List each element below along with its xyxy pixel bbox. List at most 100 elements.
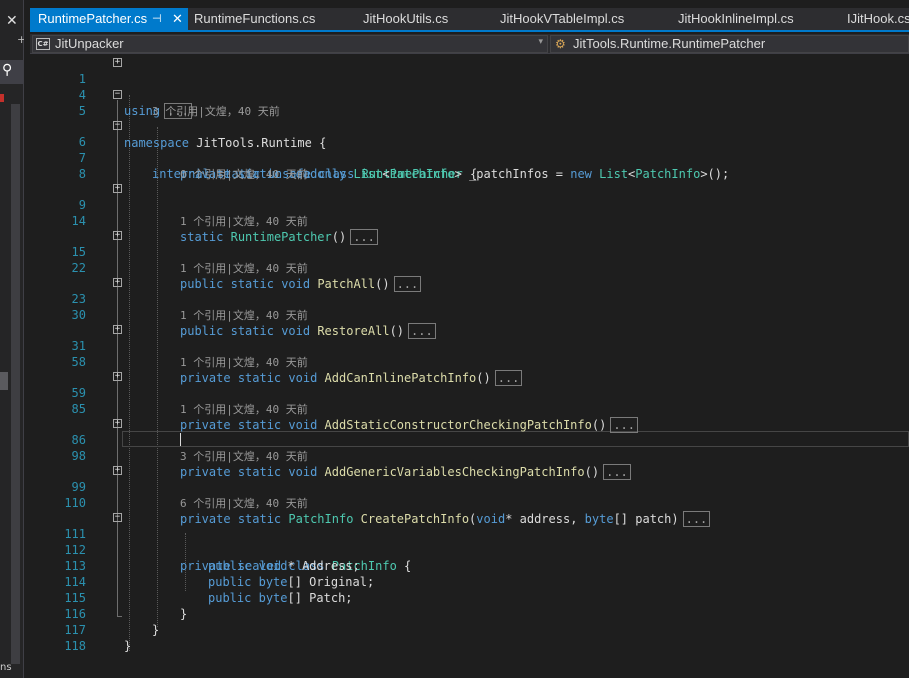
line-number: 22 [71, 261, 86, 275]
code-line: 114 public byte[] Patch; [34, 558, 909, 605]
selection-marker [0, 372, 8, 390]
close-icon[interactable]: ✕ [6, 13, 18, 29]
codelens-references[interactable]: 1 个引用|文煌，40 天前 [180, 354, 308, 370]
expand-icon[interactable]: + [113, 231, 122, 240]
expand-icon[interactable]: + [113, 278, 122, 287]
codelens-references[interactable]: 6 个引用|文煌，40 天前 [180, 495, 308, 511]
tab-runtimepatcher[interactable]: RuntimePatcher.cs ⊣ ✕ [30, 8, 188, 30]
codelens-references[interactable]: 1 个引用|文煌，40 天前 [180, 213, 308, 229]
field-name: _patchInfos = [461, 167, 571, 181]
punct: > [700, 167, 708, 181]
error-marker [0, 94, 4, 102]
line-number: 98 [71, 449, 86, 463]
line-number: 110 [64, 496, 86, 510]
codelens-references[interactable]: 1 个引用|文煌，40 天前 [180, 307, 308, 323]
keyword: new [570, 167, 592, 181]
code-line: 111 − private sealed class PatchInfo { [34, 510, 909, 574]
member-dropdown[interactable]: ⚙ JitTools.Runtime.RuntimePatcher [550, 35, 909, 53]
codelens-references[interactable]: 1 个引用|文煌，40 天前 [180, 260, 308, 276]
line-number: 8 [78, 167, 86, 181]
collapse-icon[interactable]: − [113, 121, 122, 130]
tab-label: JitHookUtils.cs [363, 11, 449, 26]
code-line: 85 [34, 385, 909, 416]
code-line: 117 } [34, 606, 909, 653]
type-name: PatchInfo [389, 167, 455, 181]
tab-runtimefunctions[interactable]: RuntimeFunctions.cs [186, 8, 356, 30]
tab-label: RuntimePatcher.cs [38, 11, 148, 26]
codelens-references[interactable]: 0 个引用|文煌，40 天前 [180, 166, 308, 182]
code-line: 99 + private static PatchInfo CreatePatc… [34, 463, 909, 527]
line-number: 14 [71, 214, 86, 228]
brace: } [124, 639, 132, 653]
code-line: 113 public byte[] Original; [34, 542, 909, 589]
code-line: 23 + public static void RestoreAll()... [34, 275, 909, 339]
tab-ijithook[interactable]: IJitHook.cs [839, 8, 909, 30]
tab-jithookinlineimpl[interactable]: JitHookInlineImpl.cs [670, 8, 840, 30]
code-line: 58 [34, 338, 909, 369]
expand-icon[interactable]: + [113, 325, 122, 334]
tab-jithookvtableimpl[interactable]: JitHookVTableImpl.cs [492, 8, 670, 30]
type-name: PatchInfo [635, 167, 701, 181]
collapse-icon[interactable]: − [113, 90, 122, 99]
expand-icon[interactable]: + [113, 419, 122, 428]
chevron-down-icon: ▾ [538, 37, 543, 47]
code-line: 112 public void* Address; [34, 526, 909, 573]
code-line: 5 − namespace JitTools.Runtime { [34, 87, 909, 151]
line-number: 85 [71, 402, 86, 416]
code-editor[interactable]: 1 + using... 4 5 − namespace JitTools.Ru… [34, 55, 909, 678]
codelens-references[interactable]: 3 个引用|文煌，40 天前 [180, 448, 308, 464]
punct: < [382, 167, 390, 181]
expand-icon[interactable]: + [113, 466, 122, 475]
expand-icon[interactable]: + [113, 372, 122, 381]
expand-icon[interactable]: + [113, 58, 122, 67]
code-line: 59 + private static void AddStaticConstr… [34, 369, 909, 433]
member-name: JitTools.Runtime.RuntimePatcher [573, 36, 766, 51]
search-button[interactable]: ⚲ [0, 60, 24, 84]
tab-label: IJitHook.cs [847, 11, 909, 26]
code-line: 6 − internal static unsafe class Runtime… [34, 118, 909, 182]
type-name: List [353, 167, 383, 181]
tab-label: RuntimeFunctions.cs [194, 11, 316, 26]
codelens-references[interactable]: 1 个引用|文煌，40 天前 [180, 401, 308, 417]
project-name: JitUnpacker [55, 36, 124, 51]
code-line: 31 + private static void AddCanInlinePat… [34, 322, 909, 386]
navigation-bar: C# JitUnpacker ▾ ⚙ JitTools.Runtime.Runt… [30, 34, 909, 54]
code-line: 98 [34, 432, 909, 463]
code-line: 4 [34, 71, 909, 102]
code-line: 1 + using... [34, 55, 909, 119]
line-number: 58 [71, 355, 86, 369]
pin-icon[interactable]: + [17, 33, 24, 47]
code-line: 118 [34, 622, 909, 653]
csharp-project-icon: C# [36, 38, 50, 50]
expand-icon[interactable]: + [113, 184, 122, 193]
tab-jithookutils[interactable]: JitHookUtils.cs [355, 8, 491, 30]
punct: (); [707, 167, 730, 181]
project-dropdown[interactable]: C# JitUnpacker ▾ [32, 35, 548, 53]
line-number: 118 [64, 639, 86, 653]
solution-explorer-strip: ✕ + ⚲ ns [0, 0, 24, 678]
code-line: 15 + public static void PatchAll()... [34, 228, 909, 292]
search-icon: ⚲ [2, 62, 13, 78]
cut-label: ns [0, 662, 12, 673]
code-line: 7 private static readonly List<PatchInfo… [34, 134, 909, 181]
code-line: 115 } [34, 574, 909, 621]
code-line: 8 [34, 150, 909, 181]
codelens-references[interactable]: 3 个引用|文煌，40 天前 [152, 103, 280, 119]
document-tab-bar: RuntimePatcher.cs ⊣ ✕ RuntimeFunctions.c… [30, 8, 909, 32]
code-line: 30 [34, 291, 909, 322]
collapse-icon[interactable]: − [113, 513, 122, 522]
vertical-scrollbar[interactable] [11, 104, 20, 664]
code-line: 14 [34, 197, 909, 228]
line-number: 5 [78, 104, 86, 118]
code-line: 110 [34, 479, 909, 510]
pin-icon[interactable]: ⊣ [152, 8, 162, 30]
close-icon[interactable]: ✕ [172, 8, 183, 30]
line-number: 30 [71, 308, 86, 322]
punct: > [454, 167, 462, 181]
code-line: 22 [34, 244, 909, 275]
code-line: 9 + static RuntimePatcher()... [34, 181, 909, 245]
tab-label: JitHookInlineImpl.cs [678, 11, 794, 26]
class-icon: ⚙ [555, 37, 566, 51]
tab-label: JitHookVTableImpl.cs [500, 11, 625, 26]
code-line: 116 } [34, 590, 909, 637]
